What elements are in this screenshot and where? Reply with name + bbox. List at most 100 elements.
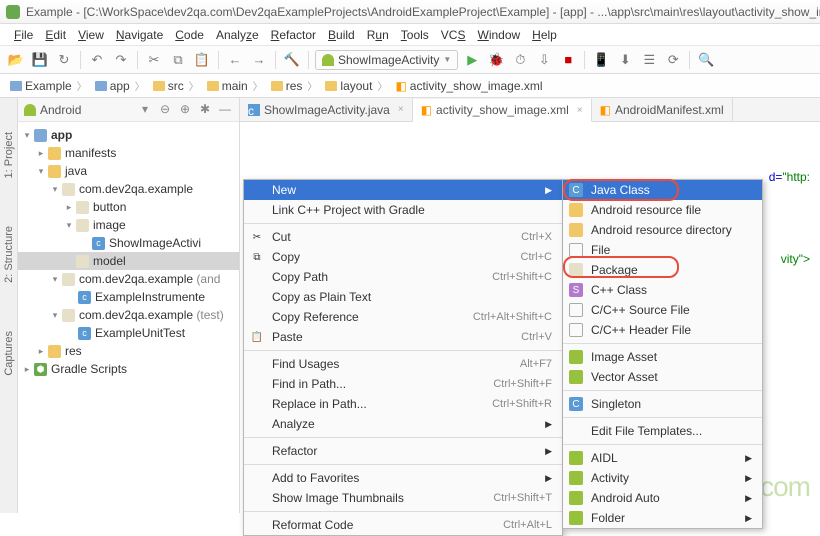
menu-view[interactable]: View [72, 26, 110, 44]
ctx-linkcpp[interactable]: Link C++ Project with Gradle [244, 200, 562, 220]
tab-activity-show-image[interactable]: ◧activity_show_image.xml× [413, 99, 592, 122]
sub-cpp-header[interactable]: C/C++ Header File [563, 320, 762, 340]
attach-icon[interactable]: ⇩ [534, 50, 554, 70]
menu-run[interactable]: Run [361, 26, 395, 44]
ctx-refactor[interactable]: Refactor▶ [244, 441, 562, 461]
stop-icon[interactable]: ■ [558, 50, 578, 70]
sub-file[interactable]: File [563, 240, 762, 260]
sub-cpp-source[interactable]: C/C++ Source File [563, 300, 762, 320]
menu-file[interactable]: File [8, 26, 39, 44]
panel-dropdown-icon[interactable]: ▾ [137, 102, 153, 118]
avd-icon[interactable]: 📱 [591, 50, 611, 70]
panel-hide-icon[interactable]: — [217, 102, 233, 118]
tab-showimageactivity[interactable]: cShowImageActivity.java× [240, 98, 413, 121]
sync2-icon[interactable]: ⟳ [663, 50, 683, 70]
menu-code[interactable]: Code [169, 26, 210, 44]
crumb-res[interactable]: res〉 [267, 78, 322, 93]
menu-analyze[interactable]: Analyze [210, 26, 265, 44]
gutter-project[interactable]: 1: Project [2, 128, 16, 182]
structure-icon[interactable]: ☰ [639, 50, 659, 70]
open-icon[interactable]: 📂 [6, 50, 26, 70]
tree-button[interactable]: ▸button [18, 198, 239, 216]
close-icon[interactable]: × [577, 105, 583, 116]
sub-cpp-class[interactable]: SC++ Class [563, 280, 762, 300]
gutter-captures[interactable]: Captures [2, 327, 16, 380]
ctx-reformat[interactable]: Reformat CodeCtrl+Alt+L [244, 515, 562, 535]
menu-help[interactable]: Help [526, 26, 563, 44]
tree-pkg1[interactable]: ▾com.dev2qa.example [18, 180, 239, 198]
gutter-structure[interactable]: 2: Structure [2, 222, 16, 287]
menu-window[interactable]: Window [471, 26, 526, 44]
ctx-new[interactable]: New▶ [244, 180, 562, 200]
tree-exinst[interactable]: cExampleInstrumente [18, 288, 239, 306]
back-icon[interactable]: ← [225, 50, 245, 70]
menu-build[interactable]: Build [322, 26, 361, 44]
ctx-addfav[interactable]: Add to Favorites▶ [244, 468, 562, 488]
ctx-showthumb[interactable]: Show Image ThumbnailsCtrl+Shift+T [244, 488, 562, 508]
ctx-findusages[interactable]: Find UsagesAlt+F7 [244, 354, 562, 374]
crumb-file[interactable]: ◧activity_show_image.xml [391, 79, 546, 93]
forward-icon[interactable]: → [249, 50, 269, 70]
sub-java-class[interactable]: CJava Class [563, 180, 762, 200]
sub-vector-asset[interactable]: Vector Asset [563, 367, 762, 387]
ctx-cut[interactable]: ✂CutCtrl+X [244, 227, 562, 247]
sub-folder[interactable]: Folder▶ [563, 508, 762, 528]
sub-android-auto[interactable]: Android Auto▶ [563, 488, 762, 508]
tree-pkg2[interactable]: ▾com.dev2qa.example (and [18, 270, 239, 288]
tree-image[interactable]: ▾image [18, 216, 239, 234]
make-icon[interactable]: 🔨 [282, 50, 302, 70]
panel-target-icon[interactable]: ⊕ [177, 102, 193, 118]
tree-exunit[interactable]: cExampleUnitTest [18, 324, 239, 342]
copy-icon[interactable]: ⧉ [168, 50, 188, 70]
ctx-copy[interactable]: ⧉CopyCtrl+C [244, 247, 562, 267]
crumb-app[interactable]: app〉 [91, 78, 149, 93]
ctx-replaceinpath[interactable]: Replace in Path...Ctrl+Shift+R [244, 394, 562, 414]
tree-model[interactable]: model [18, 252, 239, 270]
ctx-copyplain[interactable]: Copy as Plain Text [244, 287, 562, 307]
tree-res[interactable]: ▸res [18, 342, 239, 360]
paste-icon[interactable]: 📋 [192, 50, 212, 70]
tree-pkg3[interactable]: ▾com.dev2qa.example (test) [18, 306, 239, 324]
tree-showimage[interactable]: cShowImageActivi [18, 234, 239, 252]
panel-gear-icon[interactable]: ✱ [197, 102, 213, 118]
panel-collapse-icon[interactable]: ⊖ [157, 102, 173, 118]
crumb-main[interactable]: main〉 [203, 78, 267, 93]
sub-singleton[interactable]: CSingleton [563, 394, 762, 414]
sub-aidl[interactable]: AIDL▶ [563, 448, 762, 468]
menu-vcs[interactable]: VCS [435, 26, 472, 44]
sub-activity[interactable]: Activity▶ [563, 468, 762, 488]
sub-android-resource-dir[interactable]: Android resource directory [563, 220, 762, 240]
redo-icon[interactable]: ↷ [111, 50, 131, 70]
menu-refactor[interactable]: Refactor [265, 26, 322, 44]
tree-app[interactable]: ▾app [18, 126, 239, 144]
crumb-example[interactable]: Example〉 [6, 78, 91, 93]
sub-android-resource-file[interactable]: Android resource file [563, 200, 762, 220]
tree-gradle[interactable]: ▸⬢Gradle Scripts [18, 360, 239, 378]
sub-edit-templates[interactable]: Edit File Templates... [563, 421, 762, 441]
tree-java[interactable]: ▾java [18, 162, 239, 180]
ctx-paste[interactable]: 📋PasteCtrl+V [244, 327, 562, 347]
run-icon[interactable]: ▶ [462, 50, 482, 70]
sub-image-asset[interactable]: Image Asset [563, 347, 762, 367]
cut-icon[interactable]: ✂ [144, 50, 164, 70]
ctx-copypath[interactable]: Copy PathCtrl+Shift+C [244, 267, 562, 287]
crumb-layout[interactable]: layout〉 [321, 78, 391, 93]
ctx-analyze[interactable]: Analyze▶ [244, 414, 562, 434]
profile-icon[interactable]: ⏱ [510, 50, 530, 70]
close-icon[interactable]: × [398, 104, 404, 115]
ctx-findinpath[interactable]: Find in Path...Ctrl+Shift+F [244, 374, 562, 394]
debug-icon[interactable]: 🐞 [486, 50, 506, 70]
run-config-selector[interactable]: ShowImageActivity ▼ [315, 50, 458, 70]
tab-androidmanifest[interactable]: ◧AndroidManifest.xml [592, 98, 733, 121]
tree-manifests[interactable]: ▸manifests [18, 144, 239, 162]
search-icon[interactable]: 🔍 [696, 50, 716, 70]
save-icon[interactable]: 💾 [30, 50, 50, 70]
menu-tools[interactable]: Tools [395, 26, 435, 44]
menu-edit[interactable]: Edit [39, 26, 72, 44]
sync-icon[interactable]: ↻ [54, 50, 74, 70]
sub-package[interactable]: Package [563, 260, 762, 280]
undo-icon[interactable]: ↶ [87, 50, 107, 70]
menu-navigate[interactable]: Navigate [110, 26, 169, 44]
ctx-copyref[interactable]: Copy ReferenceCtrl+Alt+Shift+C [244, 307, 562, 327]
sdk-icon[interactable]: ⬇ [615, 50, 635, 70]
